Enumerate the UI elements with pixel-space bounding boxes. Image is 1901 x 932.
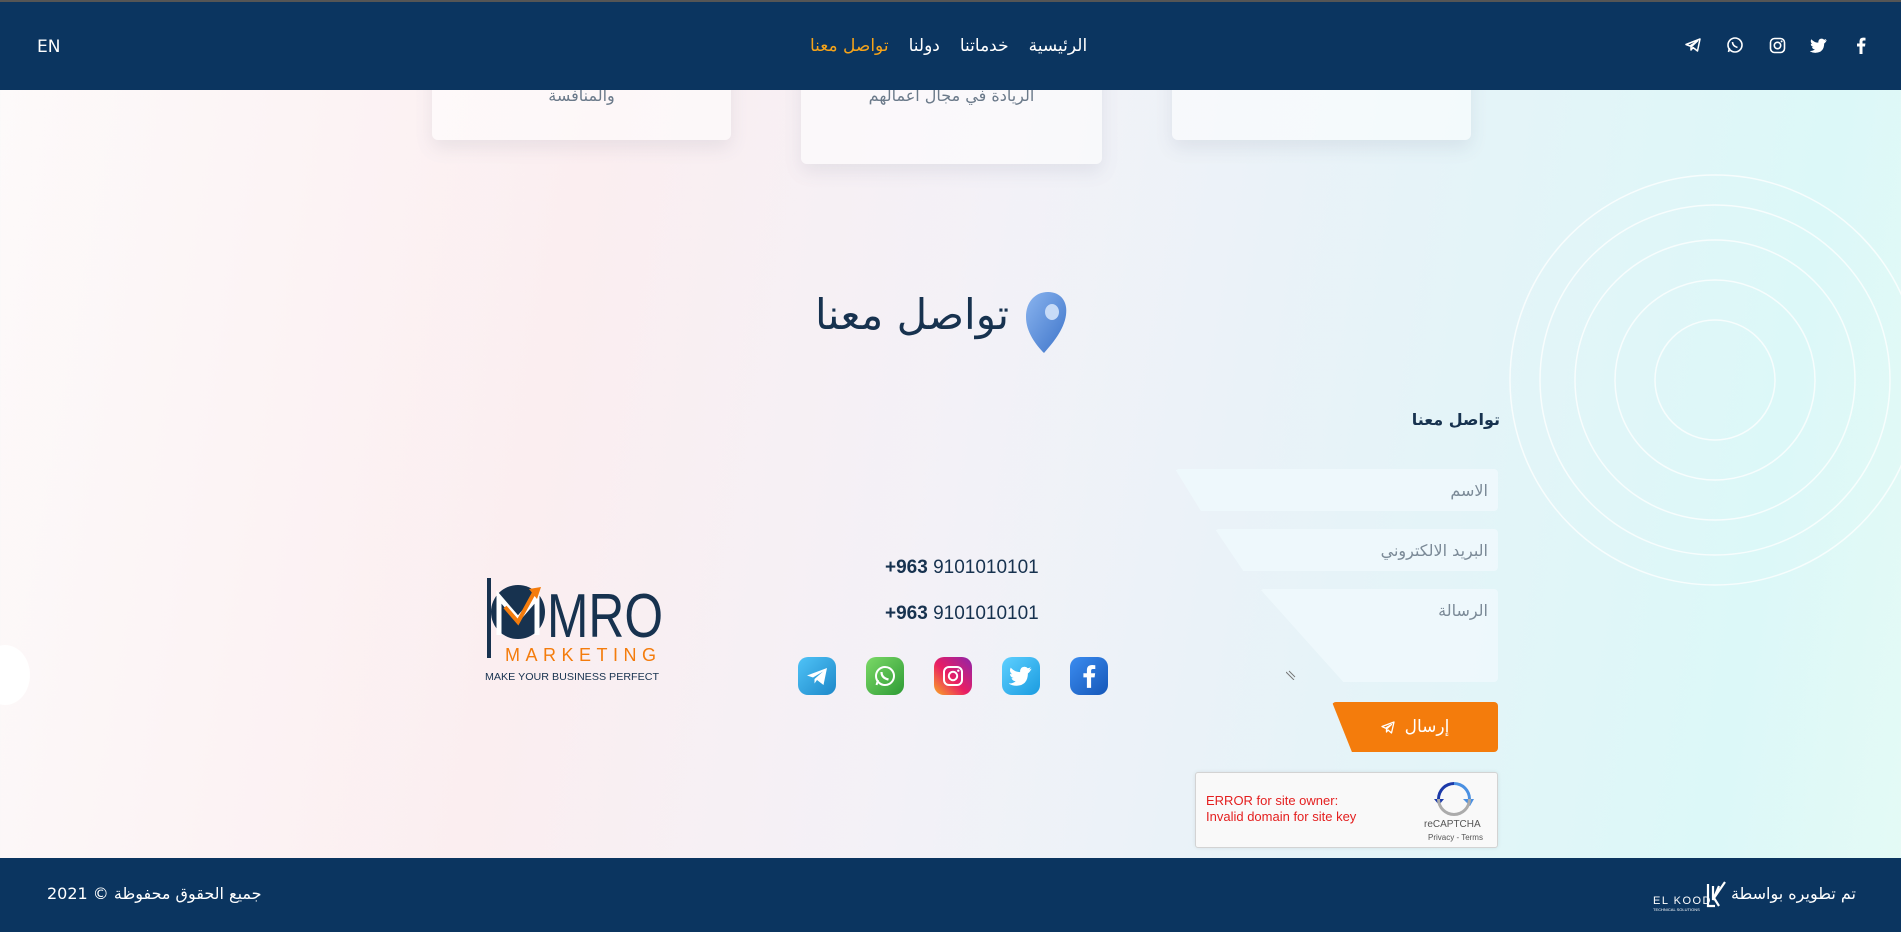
- nav-item-contact[interactable]: تواصل معنا: [810, 36, 889, 56]
- whatsapp-icon[interactable]: [866, 657, 904, 695]
- phone-code: +963: [885, 557, 928, 578]
- send-button-label: إرسال: [1404, 717, 1450, 737]
- send-icon: [1380, 720, 1395, 734]
- whatsapp-icon[interactable]: [1725, 35, 1745, 55]
- twitter-icon[interactable]: [1809, 35, 1829, 55]
- message-textarea[interactable]: الرسالة: [1260, 589, 1498, 682]
- section-title: تواصل معنا: [815, 290, 1010, 339]
- language-switch[interactable]: EN: [37, 37, 60, 57]
- logo-subtitle: MARKETING: [505, 645, 660, 665]
- instagram-icon[interactable]: [1767, 35, 1787, 55]
- instagram-icon[interactable]: [934, 657, 972, 695]
- nav-item-home[interactable]: الرئيسية: [1029, 36, 1088, 56]
- location-pin-icon: [1026, 292, 1067, 353]
- copyright-text: جميع الحقوق محفوظة © 2021: [47, 884, 262, 903]
- recaptcha-widget[interactable]: ERROR for site owner: Invalid domain for…: [1195, 772, 1498, 848]
- logo-tagline: MAKE YOUR BUSINESS PERFECT: [485, 671, 660, 683]
- phone-digits: 9101010101: [933, 603, 1039, 624]
- twitter-icon[interactable]: [1002, 657, 1040, 695]
- header-social-links: [1683, 35, 1871, 55]
- phone-code: +963: [885, 603, 928, 624]
- resize-grip-icon[interactable]: [1286, 670, 1296, 680]
- send-button[interactable]: إرسال: [1332, 702, 1498, 752]
- name-input[interactable]: الاسم: [1175, 469, 1498, 511]
- recaptcha-links[interactable]: Privacy - Terms: [1428, 833, 1483, 842]
- phone-digits: 9101010101: [933, 557, 1039, 578]
- logo-wordmark: MRO: [547, 582, 663, 651]
- recaptcha-logo-icon: [1434, 782, 1474, 816]
- phone-number[interactable]: +963 9101010101: [885, 603, 1039, 625]
- nav-item-services[interactable]: خدماتنا: [960, 36, 1009, 56]
- decorative-rings: [1509, 174, 1901, 586]
- facebook-icon[interactable]: [1070, 657, 1108, 695]
- phone-number[interactable]: +963 9101010101: [885, 557, 1039, 579]
- telegram-icon[interactable]: [798, 657, 836, 695]
- elkood-subtitle: TECHNICAL SOLUTIONS: [1653, 907, 1700, 912]
- form-title: تواصل معنا: [1411, 410, 1500, 429]
- contact-social-links: [798, 657, 1108, 695]
- nav-item-countries[interactable]: دولنا: [909, 36, 940, 56]
- elkood-logo[interactable]: EL KOOD TECHNICAL SOLUTIONS: [1653, 880, 1728, 912]
- main-menu: الرئيسية خدماتنا دولنا تواصل معنا: [810, 36, 1087, 56]
- footer: جميع الحقوق محفوظة © 2021 EL KOOD TECHNI…: [0, 858, 1901, 932]
- top-navbar: EN الرئيسية خدماتنا دولنا تواصل معنا: [0, 2, 1901, 90]
- telegram-icon[interactable]: [1683, 35, 1703, 55]
- elkood-wordmark: EL KOOD: [1653, 895, 1712, 907]
- recaptcha-error-line: ERROR for site owner:: [1206, 793, 1339, 808]
- email-input[interactable]: البريد الالكتروني: [1215, 529, 1498, 571]
- recaptcha-brand: reCAPTCHA: [1424, 819, 1481, 830]
- recaptcha-error-line: Invalid domain for site key: [1206, 809, 1357, 824]
- developed-by-text: تم تطويره بواسطة: [1730, 884, 1856, 903]
- recaptcha-error: ERROR for site owner: Invalid domain for…: [1206, 793, 1356, 825]
- decorative-blob: [0, 645, 30, 705]
- mro-marketing-logo: MRO MARKETING MAKE YOUR BUSINESS PERFECT: [485, 578, 663, 683]
- facebook-icon[interactable]: [1851, 35, 1871, 55]
